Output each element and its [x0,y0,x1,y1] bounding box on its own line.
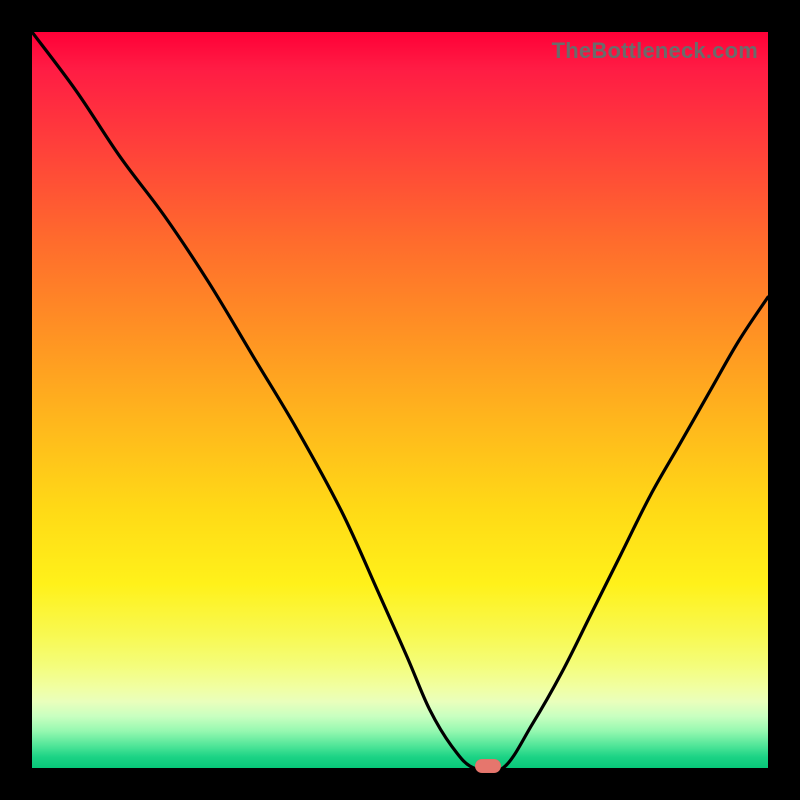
bottleneck-curve [32,32,768,768]
optimal-marker [475,759,501,773]
curve-path [32,32,768,768]
chart-frame: TheBottleneck.com [0,0,800,800]
plot-area: TheBottleneck.com [32,32,768,768]
